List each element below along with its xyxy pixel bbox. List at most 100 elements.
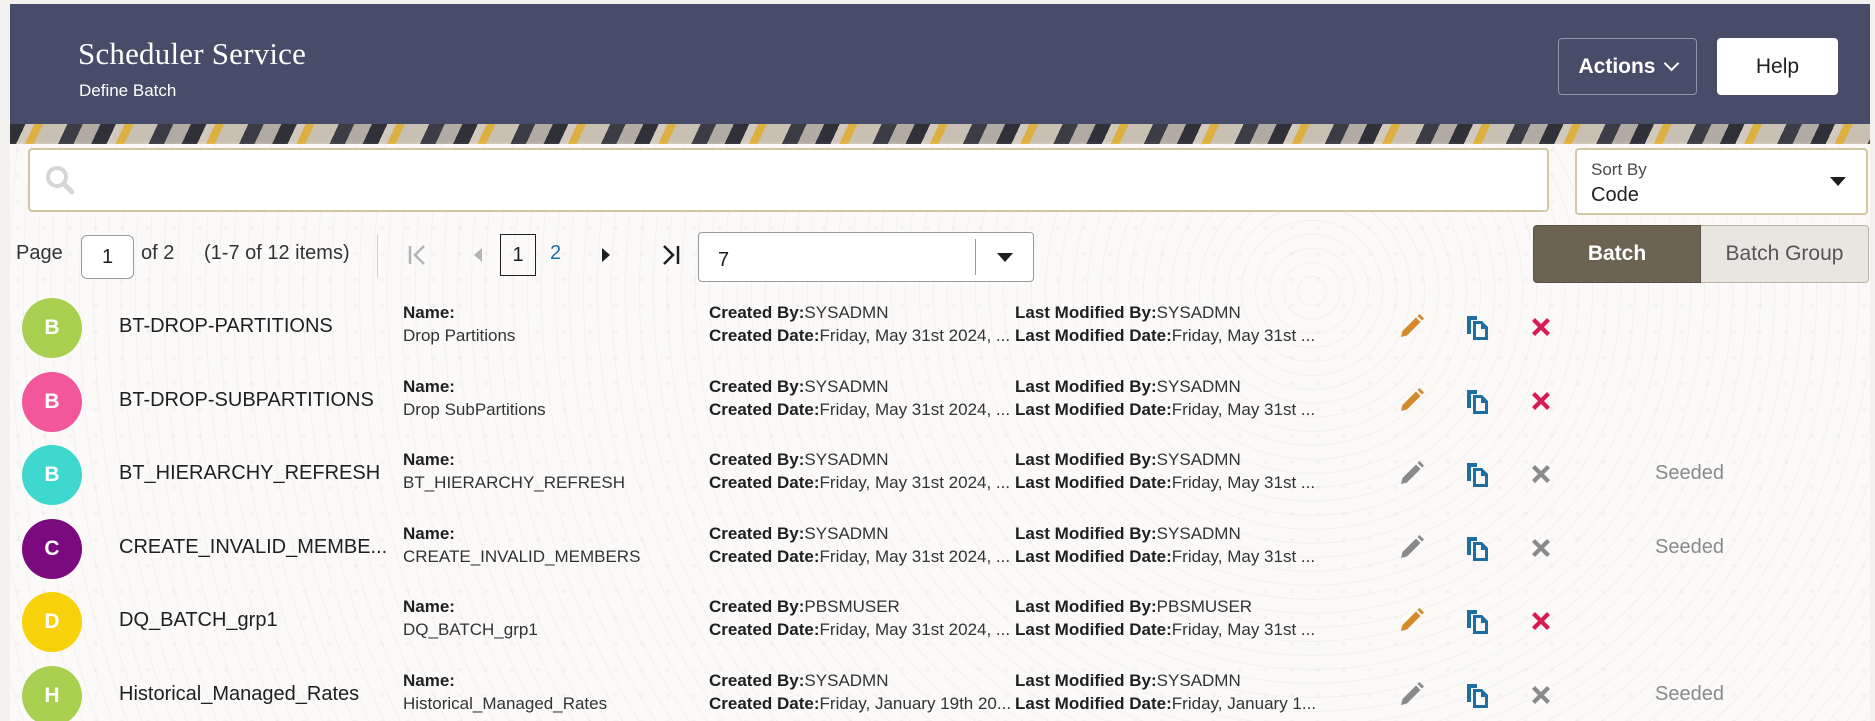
modified-by-value: SYSADMN xyxy=(1156,670,1241,690)
toggle-batch-group-button[interactable]: Batch Group xyxy=(1701,225,1869,283)
list-item[interactable]: C CREATE_INVALID_MEMBE... Name: CREATE_I… xyxy=(10,512,1870,585)
delete-icon[interactable] xyxy=(1528,314,1554,340)
modified-date-label: Last Modified Date: xyxy=(1015,693,1172,713)
page-button-2[interactable]: 2 xyxy=(550,242,561,265)
previous-page-icon[interactable] xyxy=(467,240,489,270)
actions-menu-button[interactable]: Actions xyxy=(1558,38,1697,95)
seeded-badge: Seeded xyxy=(1655,682,1724,705)
batch-name: Historical_Managed_Rates xyxy=(403,693,608,713)
last-page-icon[interactable] xyxy=(656,240,684,270)
created-by-value: SYSADMN xyxy=(804,670,889,690)
page-size-value: 7 xyxy=(718,249,730,271)
created-by-label: Created By: xyxy=(709,303,805,322)
list-item[interactable]: B BT-DROP-PARTITIONS Name: Drop Partitio… xyxy=(10,291,1870,364)
sort-by-label: Sort By xyxy=(1591,160,1647,179)
header-decorative-band xyxy=(10,124,1870,144)
list-item[interactable]: B BT-DROP-SUBPARTITIONS Name: Drop SubPa… xyxy=(10,365,1870,438)
created-date-label: Created Date: xyxy=(709,473,820,492)
created-by-label: Created By: xyxy=(709,597,805,616)
copy-icon[interactable] xyxy=(1462,312,1492,342)
toggle-batch-button[interactable]: Batch xyxy=(1533,225,1701,283)
pencil-icon[interactable] xyxy=(1396,606,1426,636)
created-cell: Created By:SYSADMN Created Date:Friday, … xyxy=(709,669,1011,715)
name-label: Name: xyxy=(403,376,455,396)
page-size-select[interactable]: 7 xyxy=(698,232,1034,282)
list-item[interactable]: D DQ_BATCH_grp1 Name: DQ_BATCH_grp1 Crea… xyxy=(10,585,1870,658)
avatar: H xyxy=(22,665,82,721)
seeded-badge: Seeded xyxy=(1655,462,1724,484)
modified-date-value: Friday, May 31st ... xyxy=(1171,546,1316,566)
created-date-value: Friday, May 31st 2024, ... xyxy=(819,620,1011,639)
avatar: B xyxy=(22,371,82,432)
modified-cell: Last Modified By:SYSADMN Last Modified D… xyxy=(1015,669,1316,715)
created-date-value: Friday, May 31st 2024, ... xyxy=(819,399,1011,419)
batch-code[interactable]: Historical_Managed_Rates xyxy=(119,683,359,706)
page-subtitle: Define Batch xyxy=(79,81,177,100)
app-title: Scheduler Service xyxy=(78,36,307,71)
created-by-label: Created By: xyxy=(709,376,805,396)
search-icon xyxy=(46,166,75,195)
list-item[interactable]: B BT_HIERARCHY_REFRESH Name: BT_HIERARCH… xyxy=(10,438,1870,511)
modified-date-value: Friday, May 31st ... xyxy=(1171,473,1316,492)
pencil-icon[interactable] xyxy=(1396,680,1426,710)
item-range-label: (1-7 of 12 items) xyxy=(204,242,350,264)
pencil-icon[interactable] xyxy=(1396,386,1426,416)
delete-icon[interactable] xyxy=(1528,608,1554,634)
created-date-value: Friday, May 31st 2024, ... xyxy=(819,326,1011,345)
created-date-value: Friday, May 31st 2024, ... xyxy=(819,546,1011,566)
help-button[interactable]: Help xyxy=(1717,38,1838,95)
avatar: B xyxy=(22,298,82,358)
modified-by-value: SYSADMN xyxy=(1156,523,1241,543)
next-page-icon[interactable] xyxy=(595,240,617,270)
batch-code[interactable]: CREATE_INVALID_MEMBE... xyxy=(119,536,387,559)
created-date-label: Created Date: xyxy=(709,620,820,639)
delete-icon[interactable] xyxy=(1528,535,1554,561)
page-frame: Scheduler Service Define Batch Actions H… xyxy=(10,4,1870,721)
avatar-initial: C xyxy=(44,536,60,560)
modified-by-value: SYSADMN xyxy=(1156,303,1241,322)
seeded-badge: Seeded xyxy=(1655,535,1724,558)
modified-date-label: Last Modified Date: xyxy=(1015,620,1172,639)
created-by-value: PBSMUSER xyxy=(804,597,900,616)
copy-icon[interactable] xyxy=(1462,606,1492,636)
delete-icon[interactable] xyxy=(1528,461,1554,487)
search-field[interactable] xyxy=(28,148,1549,212)
created-by-value: SYSADMN xyxy=(804,376,889,396)
modified-by-label: Last Modified By: xyxy=(1015,450,1157,469)
first-page-icon[interactable] xyxy=(404,240,432,270)
modified-by-value: PBSMUSER xyxy=(1156,597,1253,616)
caret-down-icon xyxy=(1830,177,1846,186)
batch-code[interactable]: BT-DROP-SUBPARTITIONS xyxy=(119,389,374,412)
page-button-1[interactable]: 1 xyxy=(500,234,536,276)
batch-name: Drop Partitions xyxy=(403,326,516,345)
copy-icon[interactable] xyxy=(1462,680,1492,710)
page-size-divider xyxy=(975,239,976,275)
created-by-value: SYSADMN xyxy=(804,450,889,469)
copy-icon[interactable] xyxy=(1462,459,1492,489)
modified-date-value: Friday, May 31st ... xyxy=(1171,399,1316,419)
modified-cell: Last Modified By:SYSADMN Last Modified D… xyxy=(1015,522,1315,568)
page-number-input[interactable]: 1 xyxy=(81,235,134,279)
created-by-label: Created By: xyxy=(709,450,805,469)
pencil-icon[interactable] xyxy=(1396,312,1426,342)
batch-code[interactable]: DQ_BATCH_grp1 xyxy=(119,609,278,632)
pencil-icon[interactable] xyxy=(1396,533,1426,563)
avatar-initial: H xyxy=(44,683,60,707)
copy-icon[interactable] xyxy=(1462,533,1492,563)
pencil-icon[interactable] xyxy=(1396,459,1426,489)
modified-date-value: Friday, January 1... xyxy=(1171,693,1317,713)
list-item[interactable]: H Historical_Managed_Rates Name: Histori… xyxy=(10,659,1870,721)
name-label: Name: xyxy=(403,450,455,469)
page-header: Scheduler Service Define Batch Actions H… xyxy=(10,4,1870,144)
batch-code[interactable]: BT_HIERARCHY_REFRESH xyxy=(119,462,380,485)
created-cell: Created By:SYSADMN Created Date:Friday, … xyxy=(709,522,1010,568)
sort-by-select[interactable]: Sort By Code xyxy=(1575,148,1868,215)
modified-by-value: SYSADMN xyxy=(1156,376,1241,396)
delete-icon[interactable] xyxy=(1528,682,1554,708)
modified-date-label: Last Modified Date: xyxy=(1015,326,1172,345)
modified-date-label: Last Modified Date: xyxy=(1015,546,1172,566)
batch-code[interactable]: BT-DROP-PARTITIONS xyxy=(119,315,333,338)
copy-icon[interactable] xyxy=(1462,386,1492,416)
delete-icon[interactable] xyxy=(1528,388,1554,414)
modified-by-label: Last Modified By: xyxy=(1015,597,1157,616)
